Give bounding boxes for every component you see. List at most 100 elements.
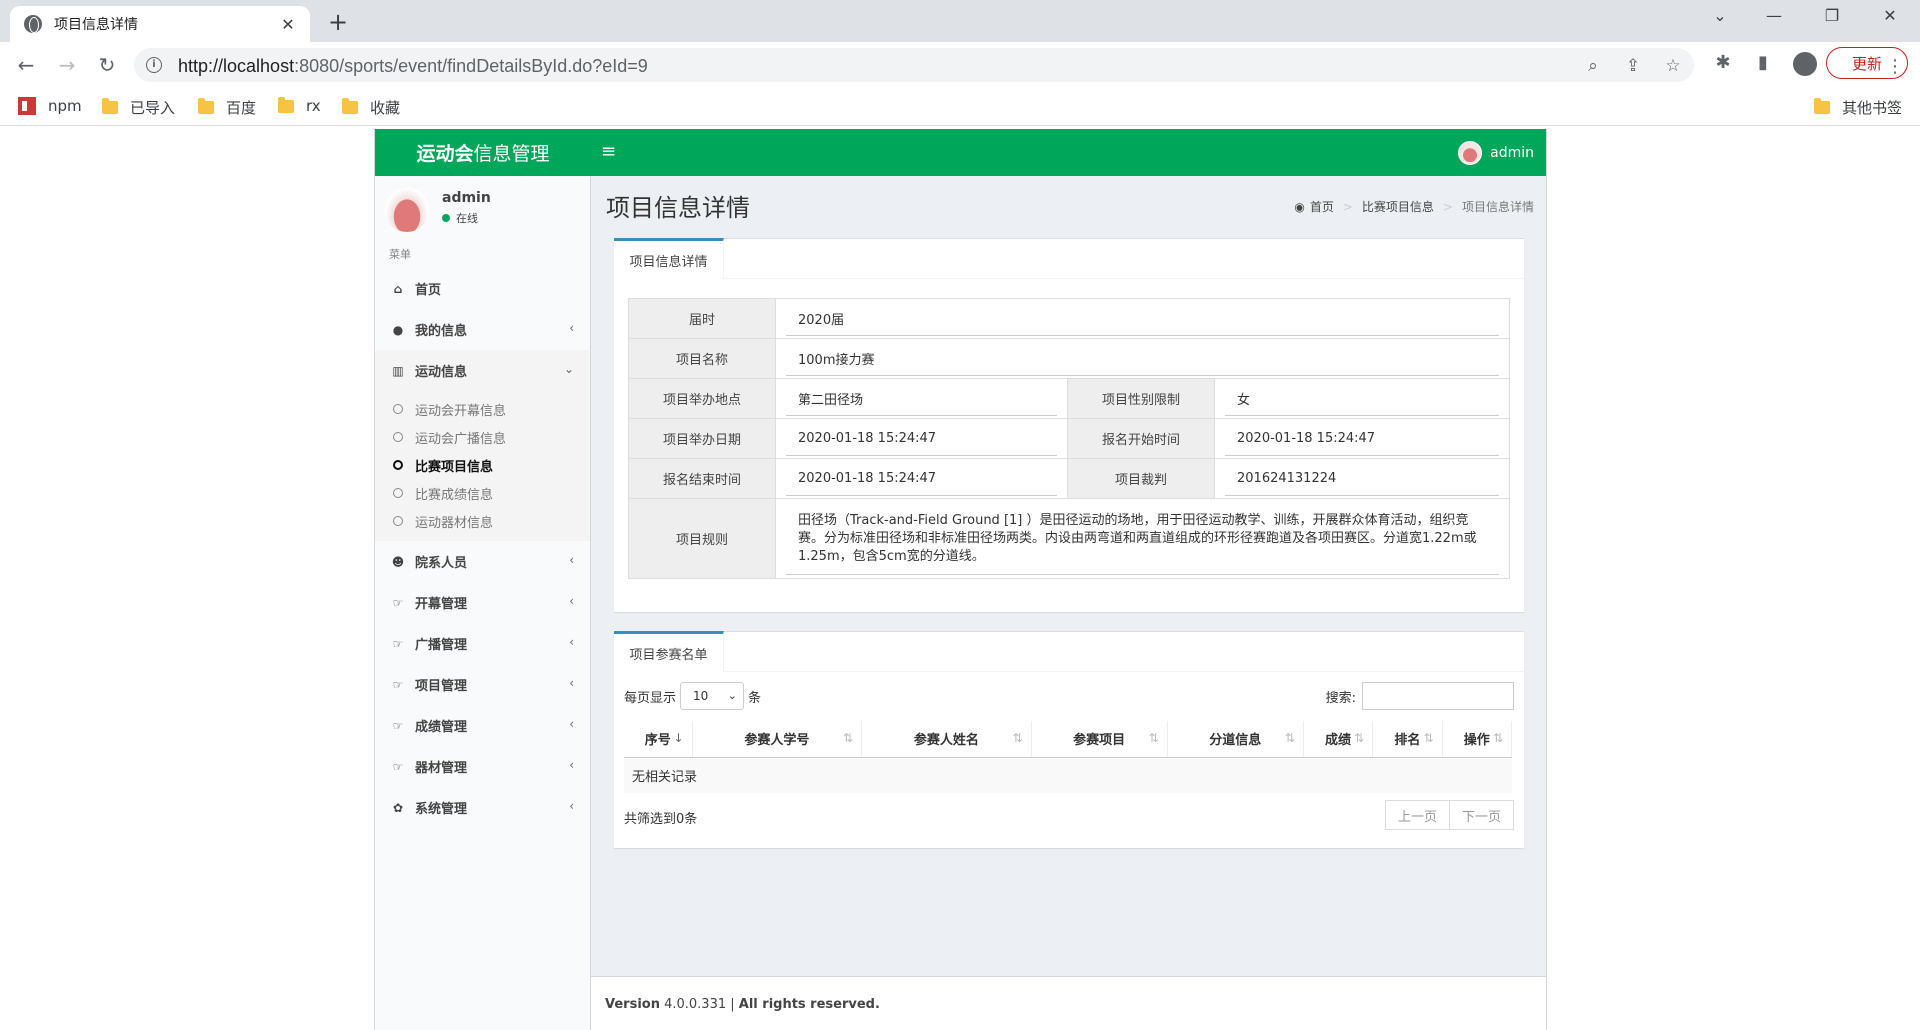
close-tab-icon[interactable]: ✕ [278,15,298,34]
session-cell: 2020届 [775,298,1510,339]
column-header[interactable]: 序号 ↓ [624,721,693,758]
main-header: 运动会 信息管理 ≡ admin [375,129,1546,176]
menu-header: 菜单 [389,248,411,261]
minimize-icon[interactable]: — [1754,6,1794,25]
prev-page-button[interactable]: 上一页 [1384,800,1450,830]
share-icon[interactable]: ⇪ [1624,57,1642,75]
gear-icon: ✿ [392,800,404,815]
gender-label: 项目性别限制 [1067,378,1215,419]
sidebar-item-event-mgmt[interactable]: ☞ 项目管理 ‹ [375,664,590,705]
session-value: 2020届 [786,302,1499,336]
place-value: 第二田径场 [786,382,1057,416]
chevron-left-icon: ‹ [569,594,574,608]
bookmark-favorites[interactable]: 收藏 [342,97,400,118]
reg-end-cell: 2020-01-18 15:24:47 [775,458,1068,499]
tab-title: 项目信息详情 [54,17,138,33]
rights-text: All rights reserved. [738,997,880,1012]
window-close-icon[interactable]: ✕ [1870,6,1910,25]
forward-icon[interactable]: → [53,52,81,78]
participants-table: 序号 ↓ 参赛人学号 ⇅ 参赛人姓名 ⇅ 参赛项目 ⇅ 分道信息 ⇅ 成绩 ⇅ 排名 ⇅ 操作… [624,721,1513,793]
chevron-left-icon: ‹ [569,758,574,772]
browser-menu-icon[interactable]: ⋮ [1886,56,1904,77]
search-input[interactable] [1362,682,1514,710]
bar-chart-icon: ▥ [392,363,404,378]
column-header[interactable]: 操作 ⇅ [1442,721,1513,758]
sort-icon: ⇅ [1423,731,1434,745]
version-number: 4.0.0.331 | [659,997,739,1012]
name-cell: 100m接力赛 [775,338,1510,379]
rules-value: 田径场（Track-and-Field Ground [1] ）是田径运动的场地… [786,502,1499,575]
profile-icon[interactable] [1793,52,1817,76]
site-info-icon[interactable]: i [146,57,162,73]
page-length-select[interactable]: 10 ⌄ [680,682,745,710]
logo[interactable]: 运动会 信息管理 [375,129,591,176]
name-label: 项目名称 [628,338,776,379]
dashboard-icon: ◉ [1294,199,1305,214]
next-page-button[interactable]: 下一页 [1449,800,1514,830]
bookmark-baidu[interactable]: 百度 [198,97,256,118]
back-icon[interactable]: ← [12,52,40,78]
app-wrapper: 运动会 信息管理 ≡ admin admin 在线 菜单 ⌂ 首页 ● 我的信息 ‹ ▥… [374,129,1547,1030]
sidebar-item-home[interactable]: ⌂ 首页 [375,268,590,309]
version-label: Version [605,997,660,1012]
sidebar-item-sports-info[interactable]: ▥ 运动信息 ⌄ [375,350,590,391]
bookmark-star-icon[interactable]: ☆ [1664,57,1682,75]
sort-icon: ⇅ [1284,731,1295,745]
address-bar[interactable]: i http://localhost:8080/sports/event/fin… [134,48,1694,82]
sidebar-item-score-mgmt[interactable]: ☞ 成绩管理 ‹ [375,705,590,746]
reg-end-label: 报名结束时间 [628,458,776,499]
bookmark-npm[interactable]: npm [18,97,82,115]
breadcrumb: ◉ 首页 > 比赛项目信息 > 项目信息详情 [1294,198,1534,215]
sidebar-item-department-staff[interactable]: ☻ 院系人员 ‹ [375,541,590,582]
tab-event-detail[interactable]: 项目信息详情 [614,238,724,279]
tab-participants[interactable]: 项目参赛名单 [614,631,724,672]
sort-icon: ⇅ [1354,731,1365,745]
new-tab-icon[interactable]: + [324,8,352,36]
extensions-icon[interactable]: ✱ [1712,52,1734,74]
sidebar-toggle-icon[interactable]: ≡ [601,141,616,162]
circle-icon [393,460,403,470]
sidebar-item-my-info[interactable]: ● 我的信息 ‹ [375,309,590,350]
detail-tabs: 项目信息详情 [614,238,1524,279]
user-panel: admin 在线 [385,186,585,234]
footer: Version 4.0.0.331 | All rights reserved. [591,976,1546,1030]
sidebar-subitem-equipment-info[interactable]: 运动器材信息 [375,507,590,535]
bookmark-other[interactable]: 其他书签 [1814,97,1902,118]
sidebar-item-broadcast-mgmt[interactable]: ☞ 广播管理 ‹ [375,623,590,664]
browser-tab[interactable]: 项目信息详情 ✕ [10,6,310,42]
chevron-left-icon: ‹ [569,553,574,567]
gender-cell: 女 [1214,378,1510,419]
tab-search-icon[interactable]: ⌄ [1700,6,1740,25]
table-row: 无相关记录 [624,757,1512,793]
column-header[interactable]: 参赛人姓名 ⇅ [861,721,1032,758]
bookmark-imported[interactable]: 已导入 [102,97,175,118]
sidebar-subitem-broadcast-info[interactable]: 运动会广播信息 [375,423,590,451]
sort-asc-icon: ↓ [673,731,684,745]
column-header[interactable]: 分道信息 ⇅ [1167,721,1304,758]
sidebar-subitem-event-info[interactable]: 比赛项目信息 [375,451,590,479]
sidebar-item-opening-mgmt[interactable]: ☞ 开幕管理 ‹ [375,582,590,623]
breadcrumb-event-info[interactable]: 比赛项目信息 [1362,198,1434,215]
restore-icon[interactable]: ❐ [1812,6,1852,25]
bookmark-rx[interactable]: rx [278,96,321,115]
sidebar-item-system-mgmt[interactable]: ✿ 系统管理 ‹ [375,787,590,828]
folder-icon [342,98,358,114]
column-header[interactable]: 参赛人学号 ⇅ [692,721,863,758]
sidebar-item-equipment-mgmt[interactable]: ☞ 器材管理 ‹ [375,746,590,787]
browser-tab-bar: 项目信息详情 ✕ + ⌄ — ❐ ✕ [0,0,1920,42]
sort-icon: ⇅ [1492,731,1503,745]
rules-cell: 田径场（Track-and-Field Ground [1] ）是田径运动的场地… [775,498,1510,579]
reload-icon[interactable]: ↻ [93,52,121,78]
column-header[interactable]: 成绩 ⇅ [1303,721,1374,758]
column-header[interactable]: 参赛项目 ⇅ [1031,721,1168,758]
url-text[interactable]: http://localhost:8080/sports/event/findD… [178,56,648,77]
header-username: admin [1490,145,1534,161]
breadcrumb-home[interactable]: 首页 [1310,198,1334,215]
user-menu[interactable]: admin [1458,141,1534,165]
sort-icon: ⇅ [1012,731,1023,745]
side-panel-icon[interactable]: ▮ [1752,52,1774,74]
column-header[interactable]: 排名 ⇅ [1372,721,1443,758]
sidebar-subitem-score-info[interactable]: 比赛成绩信息 [375,479,590,507]
zoom-icon[interactable]: ⌕ [1584,57,1602,75]
sidebar-subitem-opening-info[interactable]: 运动会开幕信息 [375,395,590,423]
